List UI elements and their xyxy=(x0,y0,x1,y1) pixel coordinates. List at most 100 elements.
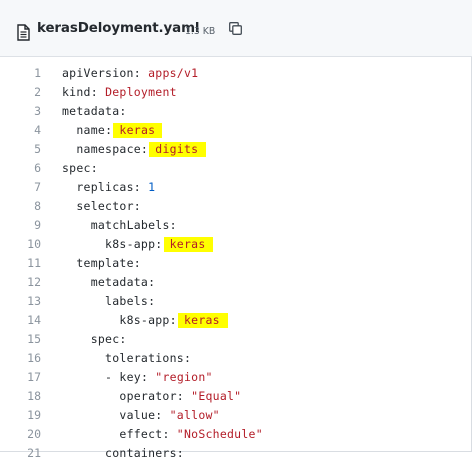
yaml-key: spec xyxy=(90,332,120,346)
yaml-key: tolerations xyxy=(105,351,184,365)
line-content: effect: "NoSchedule" xyxy=(62,425,263,444)
line-number[interactable]: 8 xyxy=(0,197,41,216)
line-number[interactable]: 4 xyxy=(0,121,41,140)
yaml-separator: : xyxy=(155,237,170,251)
yaml-separator: : xyxy=(169,218,177,232)
line-number[interactable]: 9 xyxy=(0,216,41,235)
yaml-value: apps/v1 xyxy=(148,66,199,80)
yaml-separator: : xyxy=(148,275,156,289)
code-line: 11 template: xyxy=(0,254,472,273)
line-content: - key: "region" xyxy=(62,368,213,387)
code-line: 8 selector: xyxy=(0,197,472,216)
line-number[interactable]: 1 xyxy=(0,64,41,83)
line-number[interactable]: 20 xyxy=(0,425,41,444)
line-number[interactable]: 14 xyxy=(0,311,41,330)
code-line: 13 labels: xyxy=(0,292,472,311)
line-number[interactable]: 15 xyxy=(0,330,41,349)
line-content: containers: xyxy=(62,444,184,463)
line-content: metadata: xyxy=(62,102,127,121)
yaml-value: "NoSchedule" xyxy=(176,427,263,441)
code-line: 12 metadata: xyxy=(0,273,472,292)
line-number[interactable]: 11 xyxy=(0,254,41,273)
file-icon xyxy=(16,24,31,41)
yaml-value: 1 xyxy=(148,180,156,194)
line-number[interactable]: 17 xyxy=(0,368,41,387)
line-number[interactable]: 7 xyxy=(0,178,41,197)
line-content: labels: xyxy=(62,292,155,311)
yaml-key: k8s-app xyxy=(119,313,170,327)
line-content: matchLabels: xyxy=(62,216,177,235)
copy-path-button[interactable] xyxy=(225,18,245,38)
yaml-key: value xyxy=(119,408,156,422)
yaml-key: apiVersion xyxy=(62,66,134,80)
line-number[interactable]: 18 xyxy=(0,387,41,406)
line-content: replicas: 1 xyxy=(62,178,155,197)
line-number[interactable]: 6 xyxy=(0,159,41,178)
line-number[interactable]: 2 xyxy=(0,83,41,102)
code-line: 7 replicas: 1 xyxy=(0,178,472,197)
line-content: apiVersion: apps/v1 xyxy=(62,64,198,83)
code-line: 10 k8s-app: keras xyxy=(0,235,472,254)
line-number[interactable]: 16 xyxy=(0,349,41,368)
yaml-separator: : xyxy=(90,161,98,175)
yaml-key: key xyxy=(119,370,141,384)
line-content: tolerations: xyxy=(62,349,191,368)
line-content: operator: "Equal" xyxy=(62,387,241,406)
code-line: 2 kind: Deployment xyxy=(0,83,472,102)
line-number[interactable]: 19 xyxy=(0,406,41,425)
code-line: 19 value: "allow" xyxy=(0,406,472,425)
code-line: 9 matchLabels: xyxy=(0,216,472,235)
line-number[interactable]: 3 xyxy=(0,102,41,121)
yaml-separator: : xyxy=(119,332,127,346)
yaml-value: digits xyxy=(155,142,199,156)
yaml-value: "allow" xyxy=(169,408,220,422)
line-content: template: xyxy=(62,254,141,273)
line-content: value: "allow" xyxy=(62,406,220,425)
line-number[interactable]: 5 xyxy=(0,140,41,159)
yaml-separator: : xyxy=(133,256,141,270)
yaml-separator: : xyxy=(133,180,149,194)
yaml-key: kind xyxy=(62,85,91,99)
yaml-separator: : xyxy=(148,294,156,308)
yaml-separator: : xyxy=(176,446,184,460)
yaml-separator: : xyxy=(90,85,106,99)
file-header: kerasDeloyment.yaml 1.3 KB xyxy=(0,0,472,57)
code-line: 18 operator: "Equal" xyxy=(0,387,472,406)
yaml-value: "Equal" xyxy=(191,389,242,403)
yaml-key: metadata xyxy=(90,275,149,289)
line-number[interactable]: 10 xyxy=(0,235,41,254)
code-line: 14 k8s-app: keras xyxy=(0,311,472,330)
yaml-key: template xyxy=(76,256,134,270)
yaml-key: replicas xyxy=(76,180,134,194)
list-dash: - xyxy=(105,370,120,384)
yaml-key: name xyxy=(76,123,106,137)
code-line: 20 effect: "NoSchedule" xyxy=(0,425,472,444)
line-number[interactable]: 12 xyxy=(0,273,41,292)
file-viewer: kerasDeloyment.yaml 1.3 KB 1 apiVersion: … xyxy=(0,0,472,460)
code-line: 21 containers: xyxy=(0,444,472,463)
yaml-value: keras xyxy=(183,313,220,327)
line-number[interactable]: 13 xyxy=(0,292,41,311)
yaml-separator: : xyxy=(140,142,156,156)
yaml-separator: : xyxy=(133,199,141,213)
yaml-separator: : xyxy=(133,66,149,80)
line-content: spec: xyxy=(62,159,98,178)
line-number[interactable]: 21 xyxy=(0,444,41,463)
yaml-separator: : xyxy=(155,408,170,422)
yaml-key: spec xyxy=(62,161,91,175)
